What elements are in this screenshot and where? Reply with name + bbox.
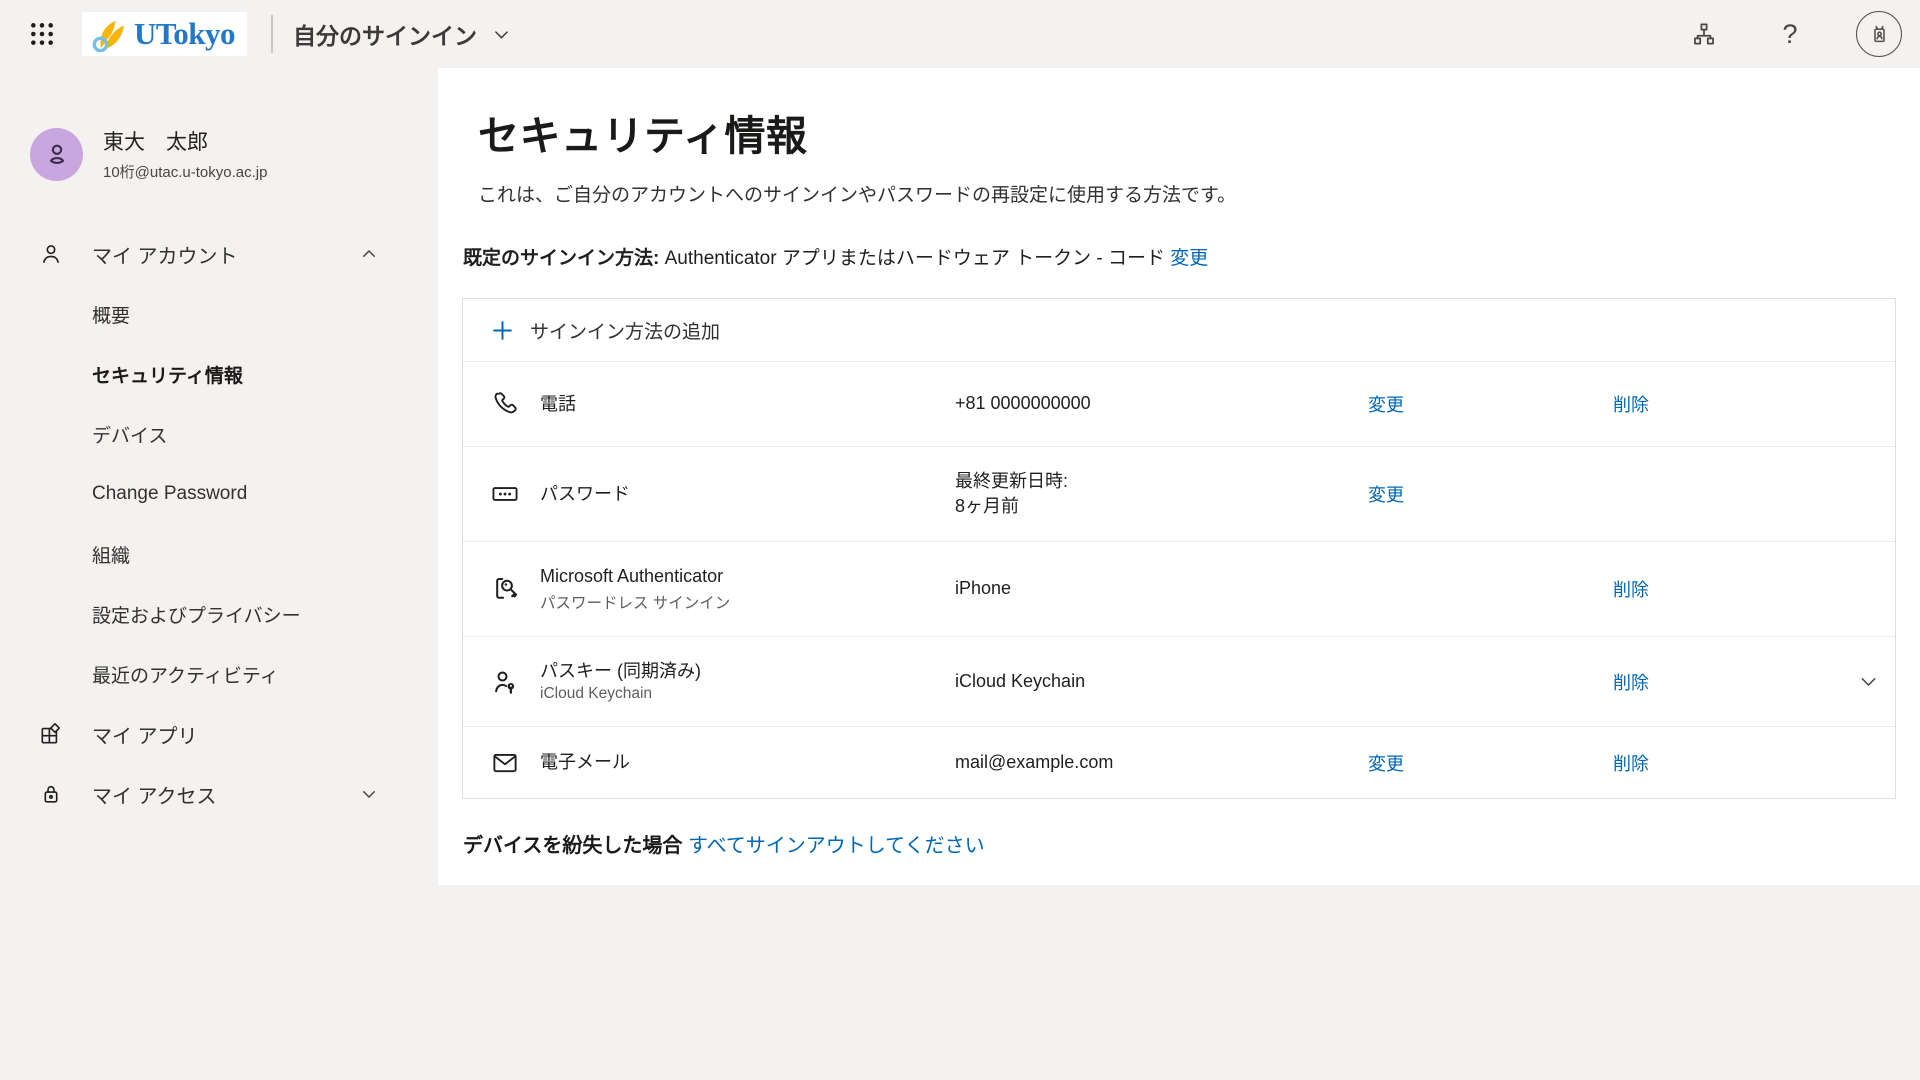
user-email: 10桁@utac.u-tokyo.ac.jp <box>103 161 267 182</box>
lost-device-label: デバイスを紛失した場合 <box>463 835 682 857</box>
sidebar-section-label: マイ アカウント <box>92 240 360 269</box>
user-name: 東大 太郎 <box>103 126 267 156</box>
sidebar-item-change-password[interactable]: Change Password <box>0 464 438 524</box>
portal-title: 自分のサインイン <box>293 17 477 51</box>
lock-icon <box>38 781 66 807</box>
account-badge-icon <box>1866 21 1893 48</box>
sidebar-section-my-apps[interactable]: マイ アプリ <box>0 704 438 764</box>
method-subtitle: iCloud Keychain <box>540 685 955 703</box>
sidebar-item-devices[interactable]: デバイス <box>0 404 438 464</box>
sign-out-everywhere-link[interactable]: すべてサインアウトしてください <box>688 835 985 857</box>
change-link[interactable]: 変更 <box>1368 485 1404 505</box>
app-launcher-icon[interactable] <box>20 12 64 56</box>
method-row-passkey: パスキー (同期済み) iCloud Keychain iCloud Keych… <box>463 636 1895 726</box>
default-method-label: 既定のサインイン方法: <box>463 248 659 269</box>
method-name: 電話 <box>540 393 955 416</box>
org-chart-icon[interactable] <box>1684 14 1724 54</box>
method-value: iPhone <box>955 576 1368 601</box>
sidebar-item-overview[interactable]: 概要 <box>0 284 438 344</box>
chevron-down-icon <box>360 785 378 803</box>
delete-link[interactable]: 削除 <box>1613 754 1649 774</box>
method-row-password: パスワード 最終更新日時: 8ヶ月前 変更 <box>463 446 1895 541</box>
main-content: セキュリティ情報 これは、ご自分のアカウントへのサインインやパスワードの再設定に… <box>438 68 1920 885</box>
change-link[interactable]: 変更 <box>1368 754 1404 774</box>
email-icon <box>463 748 540 778</box>
account-avatar[interactable] <box>1856 11 1902 57</box>
sidebar-section-my-access[interactable]: マイ アクセス <box>0 764 438 824</box>
portal-switcher[interactable]: 自分のサインイン <box>293 17 510 51</box>
sidebar-section-my-account[interactable]: マイ アカウント <box>0 224 438 284</box>
delete-link[interactable]: 削除 <box>1613 395 1649 415</box>
method-row-phone: 電話 +81 0000000000 変更 削除 <box>463 361 1895 446</box>
chevron-up-icon <box>360 245 378 263</box>
method-row-email: 電子メール mail@example.com 変更 削除 <box>463 726 1895 798</box>
header-divider <box>271 15 273 53</box>
method-value: iCloud Keychain <box>955 669 1368 694</box>
phone-icon <box>463 389 540 419</box>
method-name: パスワード <box>540 483 955 506</box>
method-value: +81 0000000000 <box>955 391 1368 416</box>
method-value: mail@example.com <box>955 750 1368 775</box>
sidebar-item-organizations[interactable]: 組織 <box>0 524 438 584</box>
user-profile: 東大 太郎 10桁@utac.u-tokyo.ac.jp <box>30 126 438 182</box>
method-row-authenticator: Microsoft Authenticator パスワードレス サインイン iP… <box>463 541 1895 636</box>
passkey-icon <box>463 667 540 697</box>
sidebar-section-label: マイ アプリ <box>92 720 378 749</box>
help-icon[interactable]: ? <box>1770 14 1810 54</box>
avatar[interactable] <box>30 128 83 181</box>
method-subtitle: パスワードレス サインイン <box>540 591 955 613</box>
signin-methods-card: サインイン方法の追加 電話 +81 0000000000 変更 削除 <box>462 298 1896 799</box>
person-icon <box>38 241 66 267</box>
change-link[interactable]: 変更 <box>1368 395 1404 415</box>
sidebar-item-settings-privacy[interactable]: 設定およびプライバシー <box>0 584 438 644</box>
page-subtitle: これは、ご自分のアカウントへのサインインやパスワードの再設定に使用する方法です。 <box>478 180 1896 207</box>
utokyo-logo[interactable]: UTokyo <box>82 12 247 56</box>
default-method-value: Authenticator アプリまたはハードウェア トークン - コード <box>665 248 1165 269</box>
logo-text: UTokyo <box>134 16 235 52</box>
app-header: UTokyo 自分のサインイン ? <box>0 0 1920 68</box>
add-signin-method-button[interactable]: サインイン方法の追加 <box>463 299 1895 361</box>
authenticator-icon <box>463 574 540 604</box>
apps-icon <box>38 721 66 747</box>
person-icon <box>42 139 72 169</box>
ginkgo-leaf-icon <box>90 15 128 53</box>
method-value: 最終更新日時: 8ヶ月前 <box>955 469 1368 519</box>
default-method-change-link[interactable]: 変更 <box>1170 248 1208 269</box>
sidebar-item-recent-activity[interactable]: 最近のアクティビティ <box>0 644 438 704</box>
sidebar-section-label: マイ アクセス <box>92 780 360 809</box>
default-signin-method: 既定のサインイン方法: Authenticator アプリまたはハードウェア ト… <box>463 243 1896 270</box>
chevron-down-icon <box>1858 671 1879 692</box>
lost-device-row: デバイスを紛失した場合 すべてサインアウトしてください <box>463 829 1896 858</box>
chevron-down-icon <box>493 26 510 43</box>
method-name: 電子メール <box>540 751 955 774</box>
delete-link[interactable]: 削除 <box>1613 580 1649 600</box>
password-icon <box>463 479 540 509</box>
add-method-label: サインイン方法の追加 <box>530 317 720 344</box>
method-name-cell: パスキー (同期済み) iCloud Keychain <box>540 660 955 704</box>
row-expander[interactable] <box>1858 671 1920 692</box>
method-name-cell: Microsoft Authenticator パスワードレス サインイン <box>540 565 955 613</box>
sidebar-item-security-info[interactable]: セキュリティ情報 <box>0 344 438 404</box>
plus-icon <box>490 318 515 343</box>
page-title: セキュリティ情報 <box>478 102 1896 162</box>
delete-link[interactable]: 削除 <box>1613 673 1649 693</box>
sidebar: 東大 太郎 10桁@utac.u-tokyo.ac.jp マイ アカウント 概要… <box>0 68 438 1080</box>
